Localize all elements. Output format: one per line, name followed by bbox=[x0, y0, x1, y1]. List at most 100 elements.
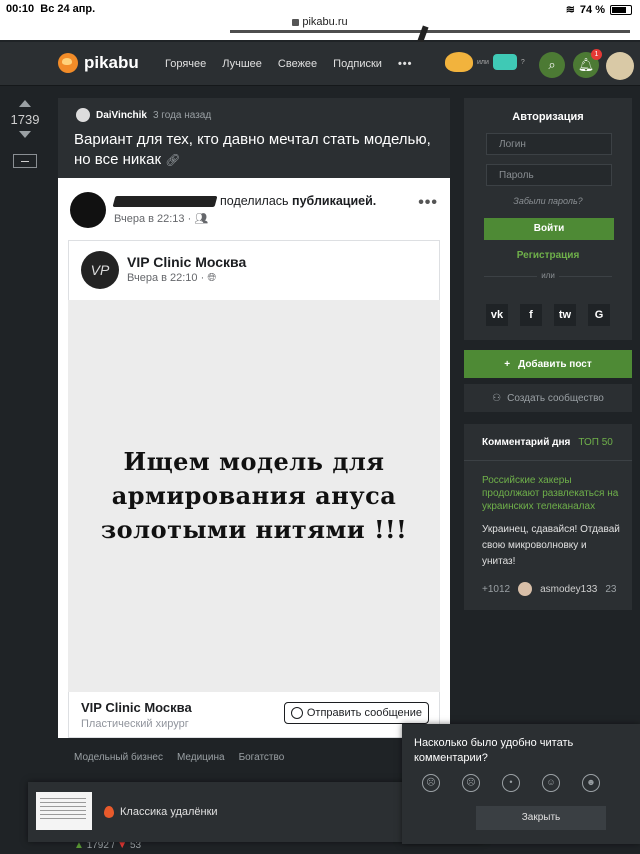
notification-thumbnail bbox=[36, 792, 92, 830]
auth-panel: Авторизация Логин Пароль Забыли пароль? … bbox=[464, 98, 632, 340]
upvote-icon[interactable] bbox=[19, 100, 31, 107]
auth-title: Авторизация bbox=[512, 111, 584, 123]
forgot-password-link[interactable]: Забыли пароль? bbox=[464, 196, 632, 206]
nav-hot[interactable]: Горячее bbox=[165, 58, 206, 70]
link-icon[interactable]: 🔗︎ bbox=[165, 153, 180, 167]
story-card: DaiVinchik 3 года назад Вариант для тех,… bbox=[58, 98, 450, 738]
battery-icon bbox=[610, 4, 632, 15]
rating-value: 1739 bbox=[10, 112, 40, 127]
twitter-icon[interactable]: tw bbox=[554, 304, 576, 326]
embedded-facebook-post: поделилась публикацией. Вчера в 22:13 · … bbox=[58, 178, 450, 738]
very-sad-face-icon[interactable]: ☹ bbox=[422, 774, 440, 792]
login-button[interactable]: Войти bbox=[484, 218, 614, 240]
smile-face-icon[interactable]: ☺ bbox=[542, 774, 560, 792]
happy-face-icon[interactable]: ☻ bbox=[582, 774, 600, 792]
feedback-close-button[interactable]: Закрыть bbox=[476, 806, 606, 830]
dumbbell-icon bbox=[492, 54, 517, 70]
tag-item[interactable]: Богатство bbox=[239, 752, 285, 763]
notifications-button[interactable]: 🔔︎ 1 bbox=[573, 49, 602, 78]
author-avatar[interactable] bbox=[76, 108, 90, 122]
top50-link[interactable]: ТОП 50 bbox=[578, 437, 613, 448]
notification-text: Классика удалёнки bbox=[120, 806, 218, 818]
or-divider: или bbox=[484, 271, 612, 286]
post-image: Ищем модель для армирования ануса золоты… bbox=[68, 300, 440, 692]
tag-item[interactable]: Медицина bbox=[177, 752, 225, 763]
google-icon[interactable]: G bbox=[588, 304, 610, 326]
vk-icon[interactable]: vk bbox=[486, 304, 508, 326]
comment-of-day-header: Комментарий дня ТОП 50 bbox=[482, 437, 613, 448]
add-user-icon: ⚇ bbox=[492, 392, 502, 404]
footer-clinic-name[interactable]: VIP Clinic Москва bbox=[81, 700, 192, 715]
wifi-icon: ≋ bbox=[565, 4, 575, 16]
nav-fresh[interactable]: Свежее bbox=[278, 58, 317, 70]
create-community-button[interactable]: ⚇ Создать сообщество bbox=[464, 384, 632, 412]
add-post-button[interactable]: + Добавить пост bbox=[464, 350, 632, 378]
whatsapp-icon bbox=[290, 707, 303, 719]
divider bbox=[464, 460, 632, 461]
social-login: vk f tw G bbox=[486, 304, 610, 326]
comment-time: 23 bbox=[605, 583, 617, 595]
bell-icon: 🔔︎ bbox=[577, 57, 595, 72]
commenter-name[interactable]: asmodey133 bbox=[540, 584, 597, 595]
header-sketch-decoration bbox=[230, 30, 630, 40]
story-tags: Модельный бизнес Медицина Богатство bbox=[74, 752, 284, 763]
globe-icon: 🌐︎ bbox=[207, 272, 217, 284]
friends-icon: 👥︎ bbox=[194, 213, 209, 225]
tag-item[interactable]: Модельный бизнес bbox=[74, 752, 163, 763]
register-link[interactable]: Регистрация bbox=[464, 250, 632, 261]
clinic-name[interactable]: VIP Clinic Москва bbox=[127, 254, 246, 270]
search-button[interactable]: ⌕ bbox=[539, 52, 565, 78]
ios-status-bar: 00:10 Вс 24 апр. ≋ 74 % pikabu.ru bbox=[0, 0, 640, 43]
redacted-name bbox=[112, 196, 218, 208]
address-bar[interactable]: pikabu.ru bbox=[0, 16, 640, 28]
collapse-button[interactable] bbox=[13, 154, 37, 168]
plus-icon: + bbox=[504, 358, 511, 370]
fire-icon bbox=[104, 806, 114, 818]
feedback-question: Насколько было удобно читать комментарии… bbox=[414, 737, 574, 764]
egg-icon bbox=[445, 52, 473, 72]
clinic-avatar: VP bbox=[81, 251, 119, 289]
sharer-avatar bbox=[70, 192, 106, 228]
nav-more-button[interactable]: ••• bbox=[398, 58, 413, 70]
comment-story-link[interactable]: Российские хакеры продолжают развлекатьс… bbox=[482, 474, 622, 513]
pikabu-logo-icon bbox=[58, 53, 78, 73]
lock-icon bbox=[292, 18, 300, 26]
post-image-text: Ищем модель для армирования ануса золоты… bbox=[100, 447, 408, 544]
status-right: ≋ 74 % bbox=[566, 3, 632, 16]
facebook-icon[interactable]: f bbox=[520, 304, 542, 326]
author-name[interactable]: DaiVinchik bbox=[96, 110, 147, 121]
search-icon: ⌕ bbox=[548, 57, 556, 72]
clinic-footer: VIP Clinic Москва Пластический хирург От… bbox=[68, 692, 440, 738]
story-time: 3 года назад bbox=[152, 109, 212, 121]
commenter-avatar[interactable] bbox=[518, 582, 533, 596]
comment-meta: +1012 asmodey133 23 bbox=[482, 582, 616, 596]
story-title[interactable]: Вариант для тех, кто давно мечтал стать … bbox=[74, 130, 434, 170]
pikabu-logo[interactable]: pikabu bbox=[58, 53, 139, 73]
comment-text: Украинец, сдавайся! Отдавай свою микрово… bbox=[482, 524, 620, 567]
fb-more-button[interactable]: ••• bbox=[418, 194, 438, 212]
site-header: pikabu Горячее Лучшее Свежее Подписки ••… bbox=[0, 42, 640, 86]
story-rating: 1739 bbox=[8, 100, 42, 168]
send-message-button[interactable]: Отправить сообщение bbox=[283, 702, 429, 724]
story-author-row: DaiVinchik 3 года назад bbox=[76, 108, 211, 122]
battery-percent: 74 % bbox=[579, 3, 605, 16]
notification-badge: 1 bbox=[591, 49, 602, 60]
nav-best[interactable]: Лучшее bbox=[222, 58, 262, 70]
main-nav: Горячее Лучшее Свежее Подписки ••• bbox=[165, 58, 413, 70]
feedback-popup: Насколько было удобно читать комментарии… bbox=[402, 724, 640, 844]
comment-of-day: Комментарий дня ТОП 50 Российские хакеры… bbox=[464, 424, 632, 610]
comment-score: +1012 bbox=[482, 583, 511, 595]
downvote-icon[interactable] bbox=[19, 131, 31, 138]
neutral-face-icon[interactable]: • bbox=[502, 774, 520, 792]
shared-line: поделилась публикацией. bbox=[112, 194, 376, 208]
nav-subscriptions[interactable]: Подписки bbox=[333, 58, 382, 70]
clinic-post-time: Вчера в 22:10 · 🌐︎ bbox=[127, 272, 217, 284]
sad-face-icon[interactable]: ☹ bbox=[462, 774, 480, 792]
login-field[interactable]: Логин bbox=[486, 133, 612, 155]
password-field[interactable]: Пароль bbox=[486, 164, 612, 186]
footer-clinic-category: Пластический хирург bbox=[81, 718, 189, 730]
user-avatar[interactable] bbox=[606, 52, 634, 80]
feedback-rating: ☹ ☹ • ☺ ☻ bbox=[422, 774, 600, 792]
theme-toggle[interactable]: или ? bbox=[445, 52, 525, 72]
original-post-header: VP VIP Clinic Москва Вчера в 22:10 · 🌐︎ bbox=[68, 240, 440, 300]
